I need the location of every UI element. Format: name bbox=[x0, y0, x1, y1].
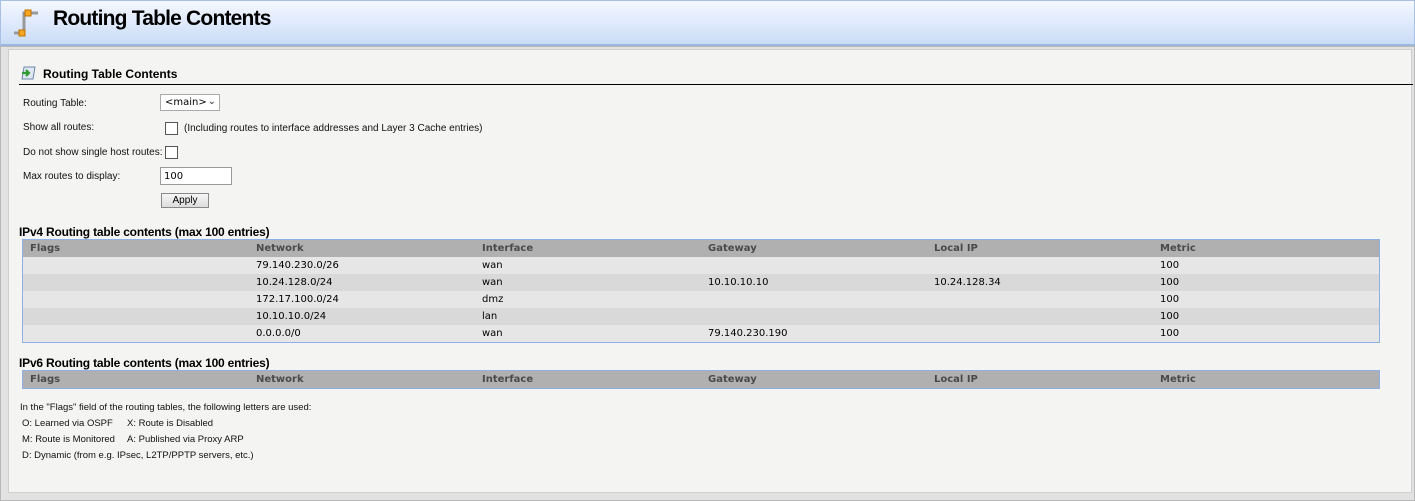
cell-interface: lan bbox=[482, 311, 498, 322]
cell-metric: 100 bbox=[1160, 260, 1180, 271]
cell-local-ip: 10.24.128.34 bbox=[934, 277, 1001, 288]
ipv6-title: IPv6 Routing table contents (max 100 ent… bbox=[19, 356, 270, 370]
table-row: 172.17.100.0/24 dmz 100 bbox=[23, 291, 1379, 308]
cell-interface: dmz bbox=[482, 294, 504, 305]
routing-icon bbox=[14, 9, 38, 37]
cell-interface: wan bbox=[482, 260, 503, 271]
routing-table-select[interactable]: <main> ⌄ bbox=[160, 94, 220, 111]
col-flags: Flags bbox=[30, 374, 61, 385]
cell-gateway: 79.140.230.190 bbox=[708, 328, 788, 339]
section-title: Routing Table Contents bbox=[43, 67, 178, 81]
legend-m: M: Route is Monitored bbox=[22, 434, 115, 445]
max-routes-input[interactable]: 100 bbox=[160, 167, 232, 185]
cell-metric: 100 bbox=[1160, 311, 1180, 322]
cell-network: 79.140.230.0/26 bbox=[256, 260, 339, 271]
content-panel: Routing Table Contents Routing Table: <m… bbox=[8, 49, 1413, 493]
table-header: Flags Network Interface Gateway Local IP… bbox=[23, 371, 1379, 388]
ipv6-table: Flags Network Interface Gateway Local IP… bbox=[22, 370, 1380, 389]
col-flags: Flags bbox=[30, 243, 61, 254]
legend-x: X: Route is Disabled bbox=[127, 418, 214, 429]
col-gateway: Gateway bbox=[708, 243, 757, 254]
table-header: Flags Network Interface Gateway Local IP… bbox=[23, 240, 1379, 257]
cell-interface: wan bbox=[482, 277, 503, 288]
cell-network: 10.10.10.0/24 bbox=[256, 311, 327, 322]
no-single-host-checkbox[interactable] bbox=[165, 146, 178, 159]
col-network: Network bbox=[256, 243, 304, 254]
routing-table-label: Routing Table: bbox=[23, 98, 87, 109]
content-frame: Routing Table Contents Routing Table: <m… bbox=[0, 46, 1415, 501]
cell-metric: 100 bbox=[1160, 277, 1180, 288]
cell-interface: wan bbox=[482, 328, 503, 339]
col-metric: Metric bbox=[1160, 243, 1196, 254]
show-all-routes-checkbox[interactable] bbox=[165, 122, 178, 135]
table-row: 10.10.10.0/24 lan 100 bbox=[23, 308, 1379, 325]
legend-a: A: Published via Proxy ARP bbox=[127, 434, 244, 445]
col-interface: Interface bbox=[482, 243, 534, 254]
legend-d: D: Dynamic (from e.g. IPsec, L2TP/PPTP s… bbox=[22, 450, 254, 461]
cell-metric: 100 bbox=[1160, 294, 1180, 305]
cell-network: 0.0.0.0/0 bbox=[256, 328, 301, 339]
ipv4-table: Flags Network Interface Gateway Local IP… bbox=[22, 239, 1380, 343]
cell-network: 172.17.100.0/24 bbox=[256, 294, 339, 305]
col-gateway: Gateway bbox=[708, 374, 757, 385]
table-row: 10.24.128.0/24 wan 10.10.10.10 10.24.128.34… bbox=[23, 274, 1379, 291]
max-routes-label: Max routes to display: bbox=[23, 171, 121, 182]
col-interface: Interface bbox=[482, 374, 534, 385]
page-header: Routing Table Contents bbox=[0, 0, 1415, 46]
show-all-routes-label: Show all routes: bbox=[23, 122, 95, 133]
ipv4-title: IPv4 Routing table contents (max 100 ent… bbox=[19, 225, 270, 239]
legend-o: O: Learned via OSPF bbox=[22, 418, 113, 429]
page-arrow-icon bbox=[21, 66, 36, 80]
cell-gateway: 10.10.10.10 bbox=[708, 277, 769, 288]
table-row: 79.140.230.0/26 wan 100 bbox=[23, 257, 1379, 274]
col-local-ip: Local IP bbox=[934, 374, 978, 385]
col-network: Network bbox=[256, 374, 304, 385]
legend-intro: In the "Flags" field of the routing tabl… bbox=[20, 402, 312, 413]
cell-network: 10.24.128.0/24 bbox=[256, 277, 333, 288]
no-single-host-label: Do not show single host routes: bbox=[23, 147, 163, 158]
page-title: Routing Table Contents bbox=[53, 7, 271, 30]
show-all-routes-note: (Including routes to interface addresses… bbox=[184, 123, 483, 134]
section-header: Routing Table Contents bbox=[19, 64, 1413, 85]
apply-button[interactable]: Apply bbox=[161, 193, 209, 208]
routing-table-value: <main> bbox=[165, 97, 207, 108]
cell-metric: 100 bbox=[1160, 328, 1180, 339]
col-local-ip: Local IP bbox=[934, 243, 978, 254]
col-metric: Metric bbox=[1160, 374, 1196, 385]
chevron-down-icon: ⌄ bbox=[207, 96, 216, 107]
table-row: 0.0.0.0/0 wan 79.140.230.190 100 bbox=[23, 325, 1379, 342]
